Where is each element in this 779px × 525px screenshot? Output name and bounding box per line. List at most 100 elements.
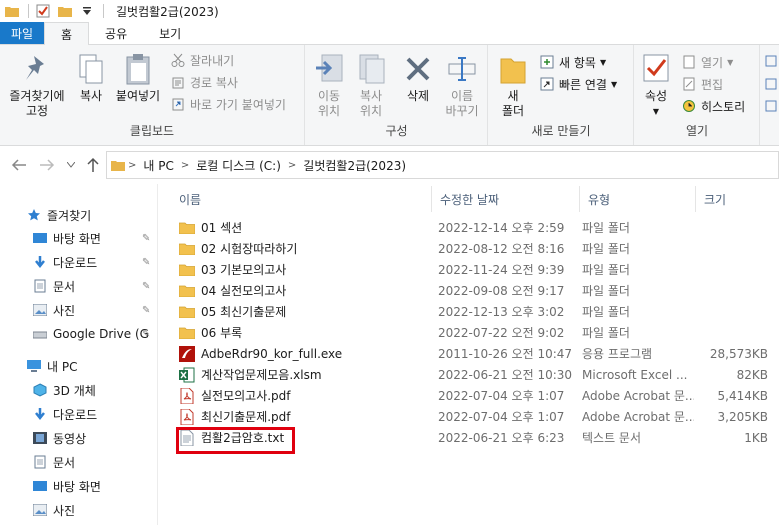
edit-button[interactable]: 편집: [681, 75, 723, 93]
file-name: 01 섹션: [201, 221, 243, 235]
file-row[interactable]: 계산작업문제모음.xlsm 2022-06-21 오전 10:30 Microsof…: [171, 364, 779, 385]
nav-desktop[interactable]: 바탕 화면: [32, 227, 101, 249]
folder-row[interactable]: 05 최신기출문제 2022-12-13 오후 3:02 파일 폴더: [171, 301, 779, 322]
breadcrumb-separator-icon[interactable]: >: [288, 160, 296, 171]
column-header-type[interactable]: 유형: [580, 186, 696, 212]
picture-icon: [32, 502, 48, 518]
nav-desktop-pc[interactable]: 바탕 화면: [32, 475, 101, 497]
pin-icon[interactable]: ✎: [142, 281, 152, 293]
customize-quick-access-icon[interactable]: [79, 3, 95, 19]
rename-button[interactable]: 이름 바꾸기: [440, 51, 484, 119]
new-folder-button[interactable]: 새 폴더: [495, 51, 531, 119]
nav-google-drive[interactable]: Google Drive (G: [32, 323, 149, 345]
folder-row[interactable]: 01 섹션 2022-12-14 오후 2:59 파일 폴더: [171, 217, 779, 238]
file-type: 파일 폴더: [582, 263, 630, 277]
tab-file[interactable]: 파일: [0, 22, 44, 44]
file-name-cell: AdbeRdr90_kor_full.exe: [179, 343, 434, 364]
properties-button[interactable]: 속성 ▼: [639, 51, 673, 119]
nav-downloads-pc[interactable]: 다운로드: [32, 403, 97, 425]
back-arrow-icon[interactable]: [10, 156, 28, 174]
up-arrow-icon[interactable]: [84, 156, 102, 174]
nav-videos[interactable]: 동영상: [32, 427, 86, 449]
nav-label: 다운로드: [53, 255, 98, 270]
nav-pictures-pc[interactable]: 사진: [32, 499, 75, 521]
file-type: Adobe Acrobat 문...: [582, 410, 694, 424]
properties-checkbox-icon[interactable]: [35, 3, 51, 19]
nav-3d-objects[interactable]: 3D 개체: [32, 379, 96, 401]
cut-label: 잘라내기: [190, 53, 235, 68]
cut-button[interactable]: 잘라내기: [170, 51, 234, 69]
breadcrumb-separator-icon[interactable]: >: [181, 160, 189, 171]
open-group: 속성 ▼ 열기 ▼ 편집 히스토리 열기: [635, 45, 760, 145]
edit-icon: [681, 76, 697, 92]
copy-to-label: 복사 위치: [359, 89, 383, 118]
address-bar[interactable]: > 내 PC > 로컬 디스크 (C:) > 길벗컴활2급(2023): [106, 151, 779, 179]
folder-row[interactable]: 03 기본모의고사 2022-11-24 오전 9:39 파일 폴더: [171, 259, 779, 280]
nav-pictures[interactable]: 사진: [32, 299, 75, 321]
nav-documents-pc[interactable]: 문서: [32, 451, 75, 473]
file-name-cell: 03 기본모의고사: [179, 259, 434, 280]
open-label: 열기: [701, 55, 724, 70]
tab-share[interactable]: 공유: [89, 22, 143, 44]
pin-to-quick-access-button[interactable]: 즐겨찾기에 고정: [6, 51, 68, 119]
delete-button[interactable]: 삭제: [400, 51, 436, 104]
file-size: 1KB: [744, 430, 768, 445]
file-type: 파일 폴더: [582, 242, 630, 256]
file-name: 계산작업문제모음.xlsm: [201, 368, 322, 382]
file-name: 실전모의고사.pdf: [201, 389, 291, 403]
cube-icon: [32, 382, 48, 398]
easy-access-button[interactable]: 빠른 연결 ▼: [539, 75, 617, 93]
file-size: 5,414KB: [717, 388, 768, 403]
file-row[interactable]: 실전모의고사.pdf 2022-07-04 오후 1:07 Adobe Acroba…: [171, 385, 779, 406]
pin-icon[interactable]: ✎: [142, 257, 152, 269]
tab-home[interactable]: 홈: [44, 22, 90, 45]
nav-label: 내 PC: [47, 359, 78, 374]
clipboard-group: 즐겨찾기에 고정 복사 붙여넣기 잘라내기 경로 복사 바로 가기 붙여넣기 클…: [0, 45, 305, 145]
pin-icon[interactable]: ✎: [142, 233, 152, 245]
breadcrumb-local-disk[interactable]: 로컬 디스크 (C:): [196, 157, 281, 174]
column-header-name[interactable]: 이름: [171, 186, 432, 212]
select-all-icon[interactable]: [765, 55, 777, 118]
breadcrumb-separator-icon[interactable]: >: [128, 160, 136, 171]
new-item-button[interactable]: 새 항목 ▼: [539, 53, 606, 71]
column-header-modified[interactable]: 수정한 날짜: [432, 186, 580, 212]
copy-to-button[interactable]: 복사 위치: [352, 51, 390, 119]
column-header-size[interactable]: 크기: [696, 186, 779, 212]
folder-row[interactable]: 06 부록 2022-07-22 오전 9:02 파일 폴더: [171, 322, 779, 343]
history-button[interactable]: 히스토리: [681, 97, 745, 115]
nav-quick-access[interactable]: 즐겨찾기: [26, 204, 91, 226]
breadcrumb-current-folder[interactable]: 길벗컴활2급(2023): [303, 157, 406, 174]
copy-button[interactable]: 복사: [72, 51, 110, 104]
recent-locations-chevron-icon[interactable]: [62, 156, 80, 174]
breadcrumb-this-pc[interactable]: 내 PC: [143, 157, 173, 174]
tab-view[interactable]: 보기: [143, 22, 197, 44]
forward-arrow-icon[interactable]: [38, 156, 56, 174]
open-group-label: 열기: [685, 124, 709, 138]
window-title: 길벗컴활2급(2023): [116, 4, 219, 19]
file-type: 파일 폴더: [582, 221, 630, 235]
paste-shortcut-button[interactable]: 바로 가기 붙여넣기: [170, 95, 286, 113]
nav-this-pc[interactable]: 내 PC: [26, 355, 77, 377]
file-type: 텍스트 문서: [582, 431, 642, 445]
pin-icon[interactable]: ✎: [142, 329, 152, 341]
folder-row[interactable]: 04 실전모의고사 2022-09-08 오전 9:17 파일 폴더: [171, 280, 779, 301]
new-folder-quick-icon[interactable]: [57, 3, 73, 19]
copy-icon: [75, 51, 107, 87]
file-modified: 2022-12-14 오후 2:59: [438, 221, 565, 235]
document-icon: [32, 454, 48, 470]
nav-documents[interactable]: 문서: [32, 275, 75, 297]
file-type: 파일 폴더: [582, 305, 630, 319]
folder-row[interactable]: 02 시험장따라하기 2022-08-12 오전 8:16 파일 폴더: [171, 238, 779, 259]
nav-downloads[interactable]: 다운로드: [32, 251, 97, 273]
file-modified: 2022-07-22 오전 9:02: [438, 326, 565, 340]
file-row[interactable]: 최신기출문제.pdf 2022-07-04 오후 1:07 Adobe Acroba…: [171, 406, 779, 427]
move-to-button[interactable]: 이동 위치: [310, 51, 348, 119]
open-button[interactable]: 열기 ▼: [681, 53, 733, 71]
paste-button[interactable]: 붙여넣기: [112, 51, 164, 104]
history-icon: [681, 98, 697, 114]
nav-label: 3D 개체: [53, 383, 96, 398]
pin-icon[interactable]: ✎: [142, 305, 152, 317]
file-row[interactable]: AdbeRdr90_kor_full.exe 2011-10-26 오전 10:4…: [171, 343, 779, 364]
copy-path-button[interactable]: 경로 복사: [170, 73, 238, 91]
chevron-down-icon: ▼: [727, 57, 734, 67]
